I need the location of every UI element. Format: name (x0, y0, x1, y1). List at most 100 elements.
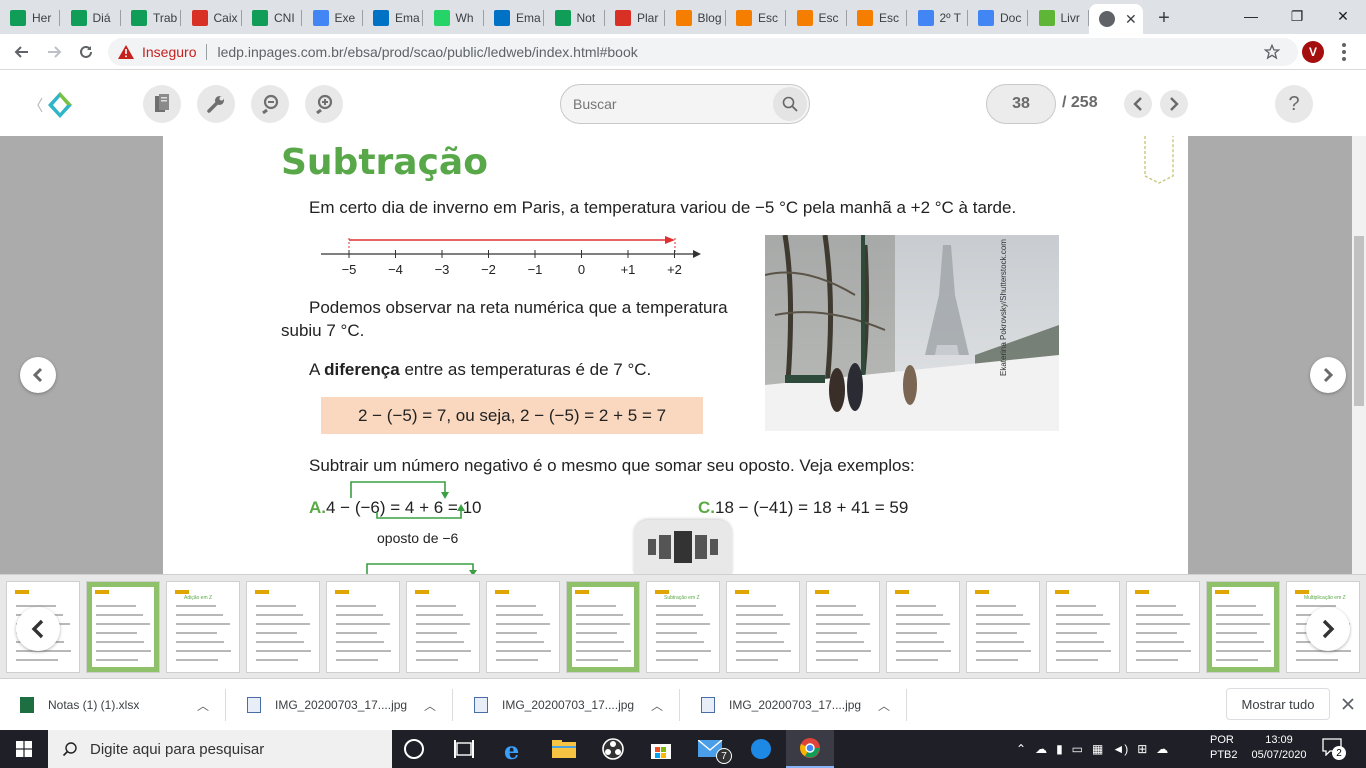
browser-tab[interactable]: 2º T (908, 4, 968, 32)
zoom-in-button[interactable] (305, 85, 343, 123)
minimize-button[interactable]: — (1228, 0, 1274, 32)
notification-center-button[interactable]: 2 (1322, 738, 1346, 760)
safari-like-icon[interactable] (750, 738, 772, 760)
browser-tab[interactable]: Trab (121, 4, 181, 32)
close-downloads-button[interactable] (1338, 694, 1358, 714)
previous-page-arrow[interactable] (20, 357, 56, 393)
page-thumbnail[interactable] (86, 581, 160, 673)
back-button[interactable] (10, 40, 34, 64)
download-item[interactable]: IMG_20200703_17....jpg ︿ (227, 679, 453, 731)
thumbnail-header-bar (895, 590, 909, 594)
new-tab-button[interactable]: + (1152, 6, 1176, 30)
security-label[interactable]: Inseguro (142, 44, 196, 60)
page-thumbnail[interactable] (886, 581, 960, 673)
page-thumbnail[interactable] (406, 581, 480, 673)
url-text[interactable]: ledp.inpages.com.br/ebsa/prod/scao/publi… (217, 44, 637, 60)
show-all-downloads-button[interactable]: Mostrar tudo (1226, 688, 1330, 720)
clock[interactable]: 13:09 05/07/2020 (1246, 733, 1312, 763)
page-thumbnail[interactable] (566, 581, 640, 673)
browser-tab[interactable]: Plar (605, 4, 665, 32)
tools-button[interactable] (197, 85, 235, 123)
viewer-scrollbar[interactable] (1352, 136, 1366, 574)
chrome-taskbar-button[interactable] (786, 730, 834, 768)
battery-icon[interactable]: ▭ (1072, 742, 1083, 756)
language-indicator[interactable]: POR PTB2 (1210, 733, 1240, 763)
download-item[interactable]: Notas (1) (1).xlsx ︿ (0, 679, 226, 731)
page-thumbnail[interactable]: Adição em Z (166, 581, 240, 673)
maximize-button[interactable]: ❐ (1274, 0, 1320, 32)
forward-button[interactable] (42, 40, 66, 64)
browser-tab[interactable]: Blog (666, 4, 726, 32)
page-thumbnail[interactable]: Subtração em Z (646, 581, 720, 673)
bookmark-ribbon[interactable] (1143, 136, 1175, 184)
thumbnail-toggle-tab[interactable] (634, 520, 732, 574)
volume-icon[interactable]: ◄) (1112, 742, 1128, 756)
browser-tab[interactable]: Her (0, 4, 60, 32)
browser-tab[interactable]: Esc (847, 4, 907, 32)
browser-tab[interactable]: Esc (787, 4, 847, 32)
thumbnail-text-line (96, 659, 138, 661)
thumbnails-next-button[interactable] (1306, 607, 1350, 651)
ethernet-icon[interactable]: ⊞ (1137, 742, 1147, 756)
next-page-arrow[interactable] (1310, 357, 1346, 393)
edge-icon[interactable]: e (504, 736, 519, 765)
browser-tab[interactable]: Diá (61, 4, 121, 32)
taskbar-search-box[interactable]: Digite aqui para pesquisar (48, 730, 392, 768)
page-thumbnail[interactable] (966, 581, 1040, 673)
close-window-button[interactable]: ✕ (1320, 0, 1366, 32)
chevron-up-icon[interactable]: ︿ (197, 697, 209, 714)
book-page: Subtração Em certo dia de inverno em Par… (163, 136, 1188, 574)
page-thumbnail[interactable] (806, 581, 880, 673)
browser-tab[interactable]: Caix (182, 4, 242, 32)
star-icon[interactable] (1264, 44, 1280, 60)
browser-tab[interactable]: CNI (242, 4, 302, 32)
page-thumbnail[interactable] (1126, 581, 1200, 673)
menu-button[interactable] (1334, 42, 1354, 62)
onedrive-icon[interactable]: ☁ (1156, 742, 1168, 756)
thumbnails-previous-button[interactable] (16, 607, 60, 651)
network-icon[interactable]: ▦ (1092, 742, 1103, 756)
show-hidden-icons[interactable]: ⌃ (1016, 742, 1026, 756)
page-number-field[interactable]: 38 (986, 84, 1056, 124)
scrollbar-thumb[interactable] (1354, 236, 1364, 406)
cloud-icon[interactable]: ☁ (1035, 742, 1047, 756)
microphone-icon[interactable]: ▮ (1056, 742, 1063, 756)
page-thumbnail[interactable] (726, 581, 800, 673)
address-bar[interactable]: Inseguro ledp.inpages.com.br/ebsa/prod/s… (108, 38, 1298, 66)
browser-tab[interactable]: Not (545, 4, 605, 32)
page-thumbnail[interactable] (1206, 581, 1280, 673)
download-item[interactable]: IMG_20200703_17....jpg ︿ (681, 679, 907, 731)
previous-page-button[interactable] (1124, 90, 1152, 118)
reload-button[interactable] (74, 40, 98, 64)
search-button[interactable] (773, 87, 807, 121)
browser-tab-active[interactable]: ✕ (1089, 4, 1143, 34)
profile-avatar[interactable]: V (1302, 41, 1324, 63)
browser-tab[interactable]: Esc (726, 4, 786, 32)
page-thumbnail[interactable] (1046, 581, 1120, 673)
help-button[interactable]: ? (1275, 85, 1313, 123)
chevron-up-icon[interactable]: ︿ (651, 697, 663, 714)
page-thumbnail[interactable] (486, 581, 560, 673)
zoom-out-button[interactable] (251, 85, 289, 123)
page-thumbnail[interactable] (326, 581, 400, 673)
cortana-button[interactable] (404, 739, 424, 759)
task-view-icon[interactable] (454, 740, 474, 758)
summary-button[interactable] (143, 85, 181, 123)
page-thumbnail[interactable] (246, 581, 320, 673)
browser-tab[interactable]: Ema (484, 4, 544, 32)
browser-tab[interactable]: Wh (424, 4, 484, 32)
chevron-up-icon[interactable]: ︿ (878, 697, 890, 714)
obs-icon[interactable] (602, 738, 624, 760)
browser-tab[interactable]: Doc (968, 4, 1028, 32)
download-item[interactable]: IMG_20200703_17....jpg ︿ (454, 679, 680, 731)
browser-tab[interactable]: Livr (1029, 4, 1089, 32)
chevron-up-icon[interactable]: ︿ (424, 697, 436, 714)
browser-tab[interactable]: Ema (363, 4, 423, 32)
store-icon[interactable] (650, 738, 672, 760)
browser-tab[interactable]: Exe (303, 4, 363, 32)
next-page-button[interactable] (1160, 90, 1188, 118)
start-button[interactable] (0, 730, 48, 768)
close-tab-icon[interactable]: ✕ (1125, 11, 1137, 28)
file-explorer-icon[interactable] (552, 740, 576, 758)
search-input[interactable] (573, 93, 763, 115)
